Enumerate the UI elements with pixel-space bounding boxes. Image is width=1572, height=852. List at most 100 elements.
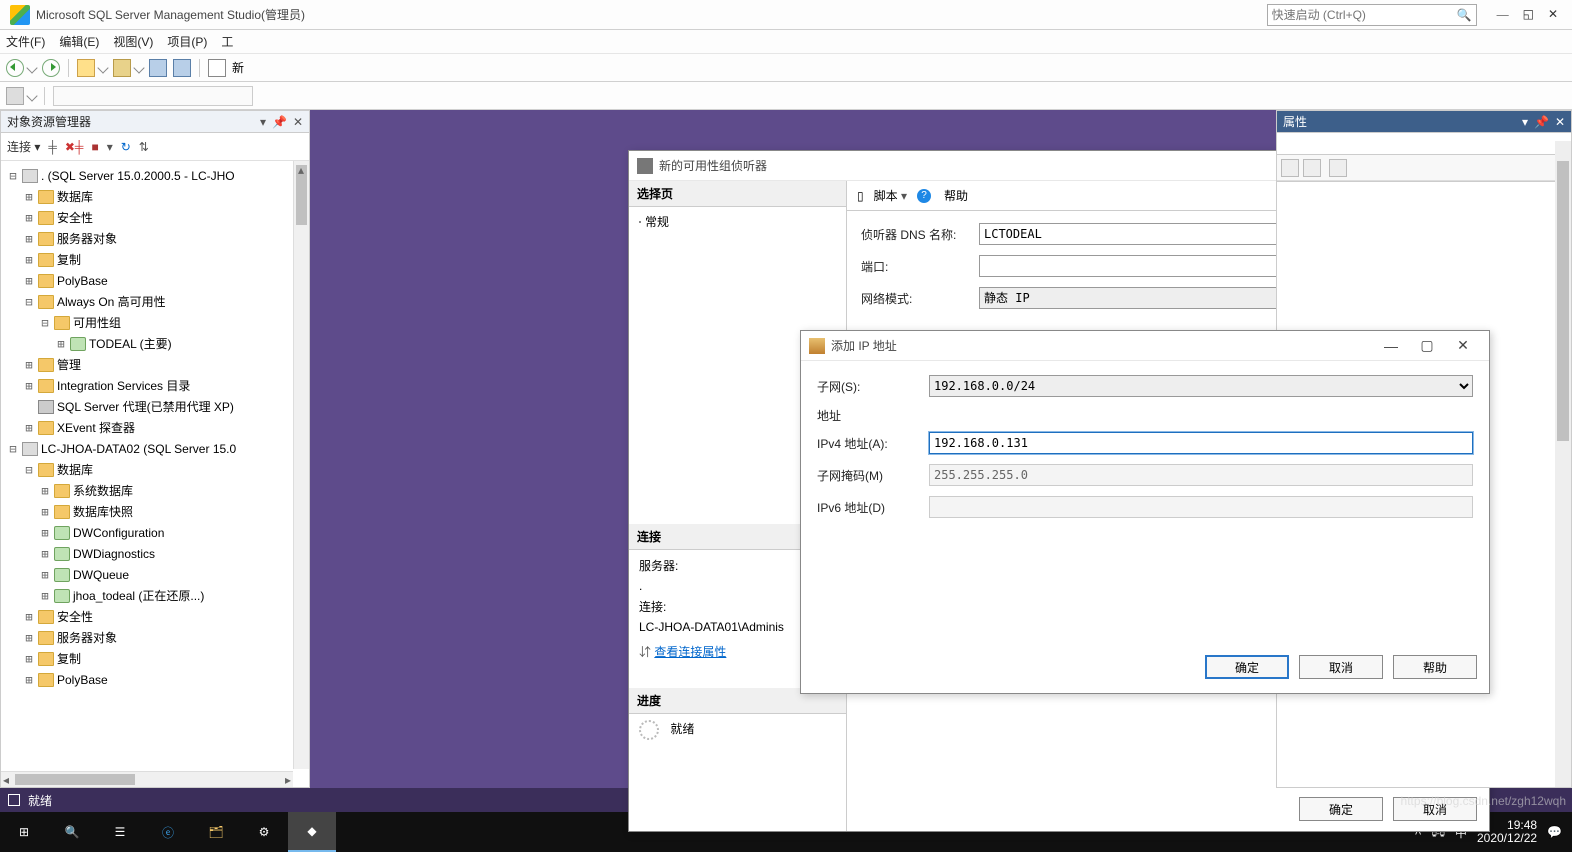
save-icon[interactable] (149, 59, 167, 77)
chevron-down-icon[interactable] (133, 62, 144, 73)
tree-node[interactable]: ⊞DWDiagnostics (1, 543, 309, 564)
tree-node[interactable]: ⊞DWConfiguration (1, 522, 309, 543)
tree-node[interactable]: ⊞TODEAL (主要) (1, 333, 309, 354)
properties-combo[interactable] (1277, 133, 1571, 155)
pin-icon[interactable]: 📌 (1534, 115, 1549, 129)
taskview-icon[interactable]: ☰ (96, 812, 144, 852)
tree-node[interactable]: ⊟. (SQL Server 15.0.2000.5 - LC-JHO (1, 165, 309, 186)
alphabetical-icon[interactable] (1303, 159, 1321, 177)
expand-icon[interactable]: ⊞ (23, 253, 35, 267)
tree-node[interactable]: ⊞服务器对象 (1, 228, 309, 249)
menu-edit[interactable]: 编辑(E) (59, 33, 99, 50)
tree-node[interactable]: ⊟可用性组 (1, 312, 309, 333)
close-panel-icon[interactable]: ✕ (1555, 115, 1565, 129)
add-ip-dialog-titlebar[interactable]: 添加 IP 地址 — ▢ ✕ (801, 331, 1489, 361)
plug-icon[interactable]: ╪ (48, 140, 57, 154)
tree-node[interactable]: ⊞数据库 (1, 186, 309, 207)
tree-node[interactable]: ⊟数据库 (1, 459, 309, 480)
maximize-button[interactable]: ◱ (1523, 7, 1534, 22)
dropdown-icon[interactable]: ▾ (260, 115, 266, 129)
expand-icon[interactable]: ⊞ (23, 421, 35, 435)
toolbar-new-label[interactable]: 新 (232, 59, 244, 76)
refresh-icon[interactable]: ↻ (121, 140, 131, 154)
expand-icon[interactable]: ⊞ (39, 505, 51, 519)
subnet-select[interactable]: 192.168.0.0/24 (929, 375, 1473, 397)
save-all-icon[interactable] (173, 59, 191, 77)
dialog-maximize-button[interactable]: ▢ (1409, 337, 1445, 354)
tree-node[interactable]: ⊞安全性 (1, 606, 309, 627)
connect-button[interactable]: 连接 ▾ (7, 138, 40, 155)
forward-icon[interactable] (42, 59, 60, 77)
expand-icon[interactable]: ⊞ (23, 274, 35, 288)
expand-icon[interactable]: ⊞ (39, 568, 51, 582)
ie-icon[interactable]: ⓔ (144, 812, 192, 852)
tree-node[interactable]: ⊞数据库快照 (1, 501, 309, 522)
expand-icon[interactable]: ⊞ (23, 190, 35, 204)
tree-node[interactable]: SQL Server 代理(已禁用代理 XP) (1, 396, 309, 417)
tree-node[interactable]: ⊞复制 (1, 249, 309, 270)
vertical-scrollbar[interactable]: ▴ (293, 161, 309, 769)
ipv4-input[interactable] (929, 432, 1473, 454)
stop-icon[interactable]: ■ (91, 140, 98, 154)
menu-project[interactable]: 项目(P) (167, 33, 207, 50)
explorer-icon[interactable]: 🗂 (192, 812, 240, 852)
new-icon[interactable] (208, 59, 226, 77)
close-panel-icon[interactable]: ✕ (293, 115, 303, 129)
expand-icon[interactable]: ⊞ (39, 484, 51, 498)
expand-icon[interactable]: ⊞ (23, 652, 35, 666)
search-taskbar-icon[interactable]: 🔍 (48, 812, 96, 852)
new-query-icon[interactable] (77, 59, 95, 77)
tree-node[interactable]: ⊞Integration Services 目录 (1, 375, 309, 396)
close-button[interactable]: ✕ (1548, 7, 1558, 22)
dialog-close-button[interactable]: ✕ (1445, 337, 1481, 354)
tree-node[interactable]: ⊞XEvent 探查器 (1, 417, 309, 438)
dropdown-icon[interactable]: ▾ (1522, 115, 1528, 129)
search-icon[interactable]: 🔍 (1457, 8, 1472, 22)
tree-node[interactable]: ⊞PolyBase (1, 669, 309, 690)
listener-ok-button[interactable]: 确定 (1299, 797, 1383, 821)
open-icon[interactable] (113, 59, 131, 77)
addip-help-button[interactable]: 帮助 (1393, 655, 1477, 679)
menu-tools[interactable]: 工 (221, 33, 233, 50)
script-button[interactable]: 脚本 (874, 187, 907, 204)
settings-icon[interactable]: ⚙ (240, 812, 288, 852)
chevron-down-icon[interactable] (26, 62, 37, 73)
pin-icon[interactable]: 📌 (272, 115, 287, 129)
ssms-taskbar-icon[interactable]: ◆ (288, 812, 336, 852)
database-combo[interactable] (53, 86, 253, 106)
activity-icon[interactable]: ⇅ (139, 140, 149, 154)
tree-node[interactable]: ⊞服务器对象 (1, 627, 309, 648)
categorized-icon[interactable] (1281, 159, 1299, 177)
addip-cancel-button[interactable]: 取消 (1299, 655, 1383, 679)
disconnect-icon[interactable]: ✖╪ (65, 140, 84, 154)
view-connection-properties-link[interactable]: 查看连接属性 (654, 645, 726, 659)
expand-icon[interactable]: ⊞ (23, 358, 35, 372)
help-button[interactable]: 帮助 (944, 187, 968, 204)
expand-icon[interactable]: ⊟ (23, 463, 35, 477)
expand-icon[interactable]: ⊞ (39, 547, 51, 561)
tree-node[interactable]: ⊞安全性 (1, 207, 309, 228)
tree-node[interactable]: ⊞PolyBase (1, 270, 309, 291)
tree-node[interactable]: ⊞管理 (1, 354, 309, 375)
expand-icon[interactable]: ⊞ (23, 631, 35, 645)
page-general[interactable]: 常规 (639, 213, 836, 230)
expand-icon[interactable]: ⊟ (7, 442, 19, 456)
expand-icon[interactable]: ⊞ (55, 337, 67, 351)
filter-icon[interactable]: ▾ (107, 140, 113, 154)
menu-view[interactable]: 视图(V) (113, 33, 153, 50)
dialog-minimize-button[interactable]: — (1373, 338, 1409, 354)
object-explorer-tree[interactable]: ⊟. (SQL Server 15.0.2000.5 - LC-JHO⊞数据库⊞… (1, 161, 309, 787)
expand-icon[interactable]: ⊞ (23, 610, 35, 624)
expand-icon[interactable]: ⊞ (23, 232, 35, 246)
expand-icon[interactable]: ⊟ (23, 295, 35, 309)
expand-icon[interactable]: ⊞ (23, 673, 35, 687)
minimize-button[interactable]: — (1497, 7, 1509, 22)
tree-node[interactable]: ⊞DWQueue (1, 564, 309, 585)
expand-icon[interactable]: ⊟ (7, 169, 19, 183)
wrench-icon[interactable] (1329, 159, 1347, 177)
expand-icon[interactable]: ⊞ (23, 211, 35, 225)
addip-ok-button[interactable]: 确定 (1205, 655, 1289, 679)
menu-file[interactable]: 文件(F) (6, 33, 45, 50)
tree-node[interactable]: ⊞jhoa_todeal (正在还原...) (1, 585, 309, 606)
hammer-icon[interactable] (6, 87, 24, 105)
